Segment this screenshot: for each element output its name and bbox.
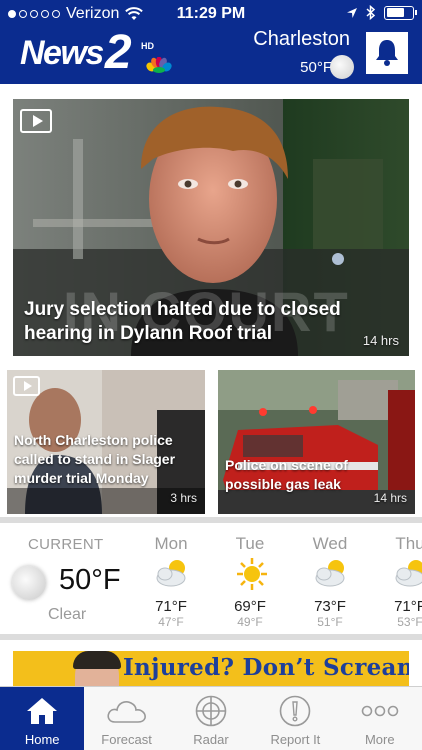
logo-number: 2 <box>104 26 132 79</box>
status-bar: Verizon 11:29 PM <box>0 0 422 28</box>
tab-label: Report It <box>270 732 321 747</box>
current-weather[interactable]: CURRENT 50°F Clear <box>0 526 135 634</box>
battery-icon <box>384 5 417 20</box>
forecast-low: 53°F <box>397 615 422 629</box>
forecast-day[interactable]: Tue 69°F 49°F <box>210 526 290 634</box>
partly-cloudy-icon <box>395 560 422 587</box>
story-age: 3 hrs <box>170 491 197 505</box>
bell-icon <box>376 40 398 66</box>
tab-more[interactable]: More <box>338 687 422 750</box>
current-condition: Clear <box>48 606 87 623</box>
forecast-day-name: Wed <box>312 534 348 553</box>
forecast-high: 71°F <box>155 598 187 615</box>
hero-story[interactable]: IN COURT Jury selection halted due to cl… <box>13 99 409 356</box>
forecast-day-name: Mon <box>154 534 188 553</box>
ad-text: Injured? Don’t Scream <box>123 654 409 681</box>
weather-strip[interactable]: CURRENT 50°F Clear Mon 71°F 47°F Tue 69°… <box>0 526 422 634</box>
news2-logo[interactable]: News 2 HD <box>20 26 172 79</box>
current-label: CURRENT <box>28 536 104 553</box>
peacock-icon <box>146 57 172 73</box>
tab-bar: Home Forecast Radar Report It More <box>0 686 422 750</box>
story-headline: Police on scene of possible gas leak <box>225 457 348 492</box>
forecast-day[interactable]: Wed 73°F 51°F <box>290 526 370 634</box>
tab-label: Radar <box>193 732 229 747</box>
alerts-button[interactable] <box>366 32 408 74</box>
moon-icon <box>12 566 46 600</box>
partly-cloudy-icon <box>156 560 186 587</box>
forecast-day-name: Tue <box>235 534 265 553</box>
header-temperature: 50°F <box>300 59 332 76</box>
forecast-high: 71°F <box>394 598 422 615</box>
forecast-low: 51°F <box>317 615 343 629</box>
hero-age: 14 hrs <box>362 333 399 348</box>
radar-icon <box>195 695 227 727</box>
forecast-high: 73°F <box>314 598 346 615</box>
city-name[interactable]: Charleston <box>253 28 350 51</box>
story-age: 14 hrs <box>373 491 407 505</box>
location-arrow-icon <box>347 7 357 18</box>
logo-word: News <box>20 34 104 72</box>
ad-person-image <box>73 651 121 686</box>
ad-banner[interactable]: Injured? Don’t Scream <box>13 651 409 686</box>
alert-icon <box>280 695 311 727</box>
sunny-icon <box>237 558 267 590</box>
tab-label: Home <box>24 732 60 747</box>
forecast-high: 69°F <box>234 598 266 615</box>
moon-icon <box>330 55 354 79</box>
forecast-low: 47°F <box>158 615 184 629</box>
tab-report-it[interactable]: Report It <box>253 687 337 750</box>
status-right <box>346 5 417 20</box>
tab-label: Forecast <box>101 732 152 747</box>
app-header: News 2 HD Charleston 50°F <box>0 28 422 84</box>
tab-forecast[interactable]: Forecast <box>84 687 168 750</box>
video-play-icon <box>20 109 52 133</box>
forecast-day[interactable]: Thu 71°F 53°F <box>370 526 422 634</box>
tab-radar[interactable]: Radar <box>169 687 253 750</box>
cloud-icon <box>107 701 146 723</box>
forecast-day-name: Thu <box>395 534 422 553</box>
logo-hd: HD <box>141 41 154 51</box>
story-card[interactable]: North Charleston police called to stand … <box>7 370 205 514</box>
bluetooth-icon <box>366 5 376 20</box>
story-headline: North Charleston police called to stand … <box>14 432 176 486</box>
current-temperature: 50°F <box>59 564 121 596</box>
home-icon <box>27 698 58 724</box>
forecast-low: 49°F <box>237 615 263 629</box>
video-play-icon <box>13 376 40 396</box>
more-icon <box>361 705 399 717</box>
partly-cloudy-icon <box>315 560 345 587</box>
tab-home[interactable]: Home <box>0 687 85 750</box>
news-feed[interactable]: IN COURT Jury selection halted due to cl… <box>0 84 422 686</box>
section-divider <box>0 634 422 640</box>
hero-headline: Jury selection halted due to closed hear… <box>24 299 341 344</box>
section-divider <box>0 517 422 523</box>
forecast-day[interactable]: Mon 71°F 47°F <box>131 526 211 634</box>
tab-label: More <box>364 732 395 747</box>
story-card[interactable]: Police on scene of possible gas leak 14 … <box>218 370 415 514</box>
